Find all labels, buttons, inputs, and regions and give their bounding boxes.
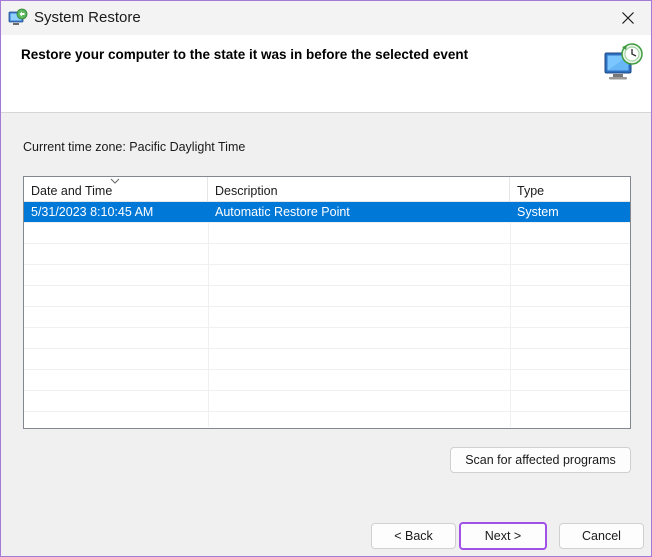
timezone-label: Current time zone: Pacific Daylight Time — [23, 140, 246, 154]
wizard-footer — [1, 507, 651, 556]
window-title: System Restore — [34, 9, 141, 26]
scan-affected-programs-button[interactable]: Scan for affected programs — [450, 447, 631, 473]
cell-type: System — [517, 205, 559, 219]
cancel-button[interactable]: Cancel — [559, 523, 644, 549]
header-title: Restore your computer to the state it wa… — [21, 47, 469, 62]
column-header-description[interactable]: Description — [208, 177, 510, 201]
empty-row — [24, 244, 630, 265]
list-header: Date and Time Description Type — [24, 177, 630, 202]
empty-row — [24, 265, 630, 286]
column-header-type-label: Type — [517, 184, 545, 198]
empty-row — [24, 328, 630, 349]
empty-row — [24, 391, 630, 412]
empty-row — [24, 286, 630, 307]
restore-computer-icon — [604, 43, 643, 80]
sort-descending-icon — [110, 178, 120, 184]
system-restore-icon — [8, 8, 28, 25]
wizard-header: Restore your computer to the state it wa… — [1, 35, 651, 113]
empty-row — [24, 307, 630, 328]
column-header-date[interactable]: Date and Time — [24, 177, 208, 201]
table-row[interactable]: 5/31/2023 8:10:45 AM Automatic Restore P… — [24, 202, 630, 223]
title-bar: System Restore — [1, 1, 651, 35]
empty-row — [24, 370, 630, 391]
list-rows: 5/31/2023 8:10:45 AM Automatic Restore P… — [24, 202, 630, 412]
next-button[interactable]: Next > — [459, 522, 547, 550]
column-header-type[interactable]: Type — [510, 177, 630, 201]
empty-row — [24, 349, 630, 370]
cell-date: 5/31/2023 8:10:45 AM — [31, 205, 154, 219]
empty-row — [24, 223, 630, 244]
back-button[interactable]: < Back — [371, 523, 456, 549]
cell-description: Automatic Restore Point — [215, 205, 350, 219]
system-restore-window: System Restore Restore your computer to … — [0, 0, 652, 557]
column-header-description-label: Description — [215, 184, 278, 198]
close-button[interactable] — [605, 1, 651, 35]
restore-point-list[interactable]: Date and Time Description Type 5/31/2023… — [23, 176, 631, 429]
column-header-date-label: Date and Time — [31, 184, 113, 198]
close-icon — [622, 12, 634, 24]
